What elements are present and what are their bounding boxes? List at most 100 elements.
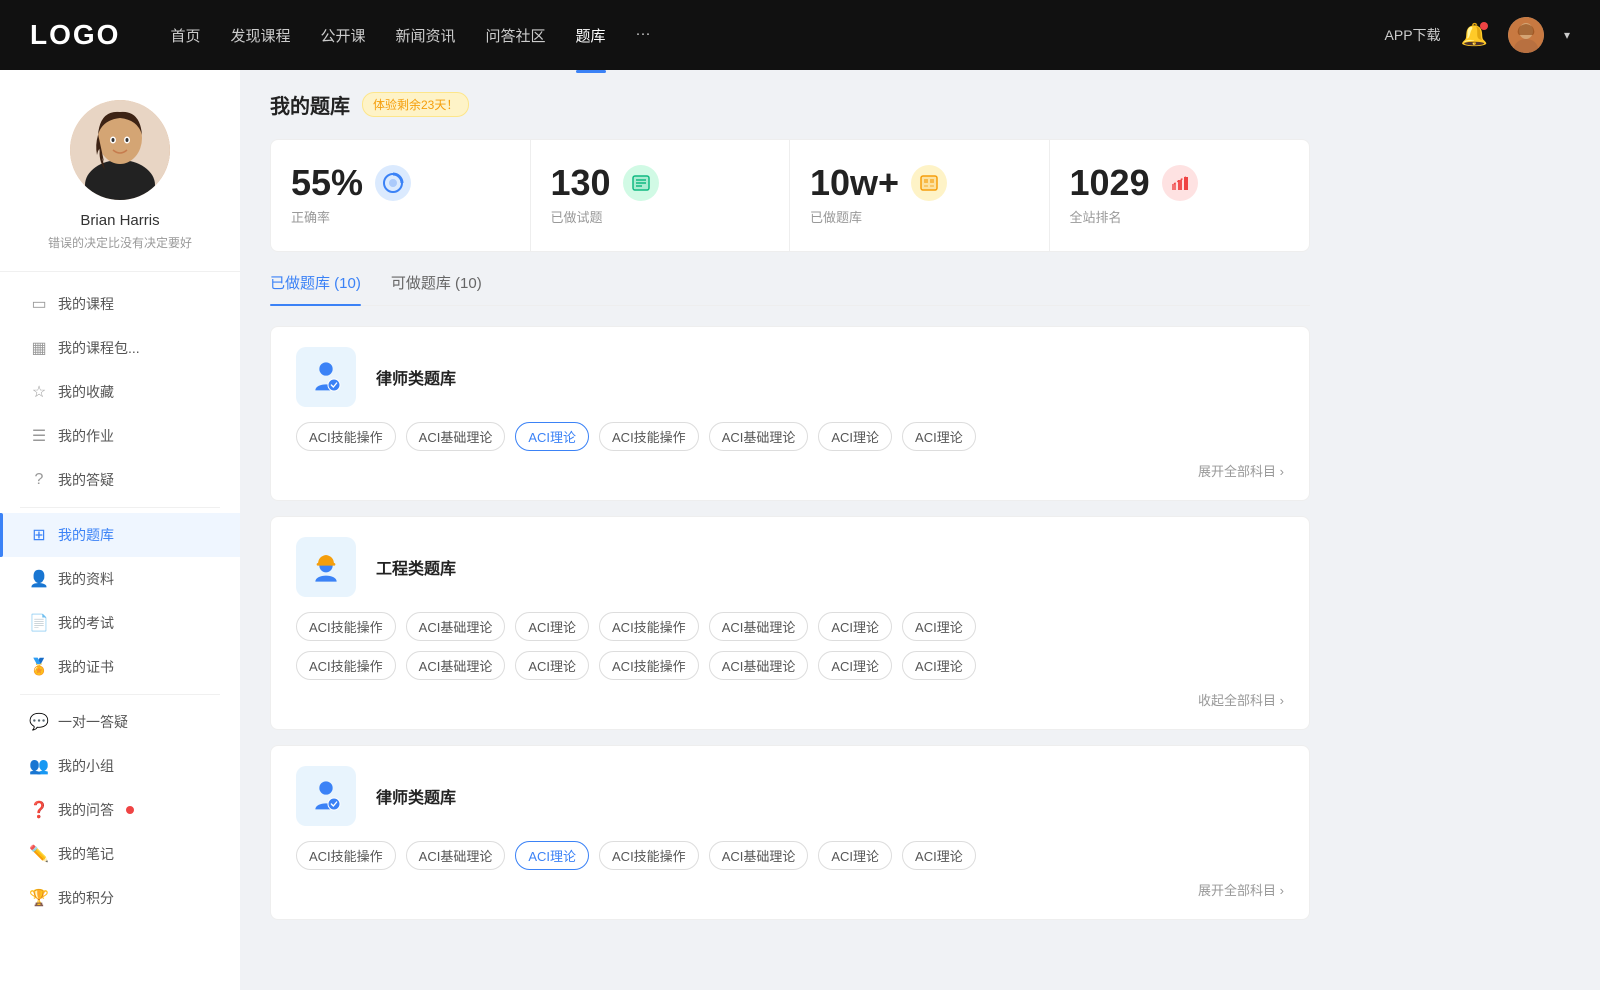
bank-1-tag-8[interactable]: ACI基础理论 bbox=[406, 651, 506, 680]
user-group-icon: 👤 bbox=[30, 570, 48, 588]
bank-2-tag-4[interactable]: ACI基础理论 bbox=[709, 841, 809, 870]
logo: LOGO bbox=[30, 19, 120, 51]
stat-done-top: 130 bbox=[551, 165, 659, 201]
user-avatar[interactable] bbox=[1508, 17, 1544, 53]
menu-divider-2 bbox=[20, 694, 220, 695]
menu-label-notes: 我的笔记 bbox=[58, 844, 114, 864]
nav-menu: 首页 发现课程 公开课 新闻资讯 问答社区 题库 ··· bbox=[170, 20, 1384, 51]
tab-available[interactable]: 可做题库 (10) bbox=[391, 272, 482, 305]
bank-2-expand[interactable]: 展开全部科目 › bbox=[1198, 880, 1284, 899]
sidebar-item-homework[interactable]: ☰ 我的作业 bbox=[0, 414, 240, 458]
group-icon: 👥 bbox=[30, 757, 48, 775]
bank-0-tag-6[interactable]: ACI理论 bbox=[902, 422, 976, 451]
bank-0-tag-1[interactable]: ACI基础理论 bbox=[406, 422, 506, 451]
bank-2-tag-6[interactable]: ACI理论 bbox=[902, 841, 976, 870]
bank-1-tag-3[interactable]: ACI技能操作 bbox=[599, 612, 699, 641]
menu-label-exam: 我的考试 bbox=[58, 613, 114, 633]
sidebar: Brian Harris 错误的决定比没有决定要好 ▭ 我的课程 ▦ 我的课程包… bbox=[0, 70, 240, 990]
sidebar-item-favorites[interactable]: ☆ 我的收藏 bbox=[0, 370, 240, 414]
bank-0-name: 律师类题库 bbox=[376, 365, 456, 389]
bank-1-tag-10[interactable]: ACI技能操作 bbox=[599, 651, 699, 680]
stat-rank-label: 全站排名 bbox=[1070, 207, 1122, 226]
page-title: 我的题库 bbox=[270, 90, 350, 119]
bank-0-expand[interactable]: 展开全部科目 › bbox=[1198, 461, 1284, 480]
grid-icon: ⊞ bbox=[30, 526, 48, 544]
sidebar-item-one-on-one[interactable]: 💬 一对一答疑 bbox=[0, 700, 240, 744]
sidebar-item-qa[interactable]: ? 我的答疑 bbox=[0, 458, 240, 502]
bank-0-tag-0[interactable]: ACI技能操作 bbox=[296, 422, 396, 451]
stat-done-value: 130 bbox=[551, 165, 611, 201]
pencil-icon: ✏️ bbox=[30, 845, 48, 863]
bank-2-tag-2[interactable]: ACI理论 bbox=[515, 841, 589, 870]
bank-1-tag-9[interactable]: ACI理论 bbox=[515, 651, 589, 680]
bank-1-tag-0[interactable]: ACI技能操作 bbox=[296, 612, 396, 641]
bank-0-tag-5[interactable]: ACI理论 bbox=[818, 422, 892, 451]
bank-1-tag-7[interactable]: ACI技能操作 bbox=[296, 651, 396, 680]
nav-qa[interactable]: 问答社区 bbox=[486, 20, 546, 51]
bank-1-tags-row1: ACI技能操作 ACI基础理论 ACI理论 ACI技能操作 ACI基础理论 AC… bbox=[296, 612, 1284, 641]
nav-home[interactable]: 首页 bbox=[170, 20, 200, 51]
notification-bell[interactable]: 🔔 bbox=[1461, 22, 1488, 48]
page-container: Brian Harris 错误的决定比没有决定要好 ▭ 我的课程 ▦ 我的课程包… bbox=[0, 70, 1600, 990]
bank-0-tags: ACI技能操作 ACI基础理论 ACI理论 ACI技能操作 ACI基础理论 AC… bbox=[296, 422, 1284, 451]
sidebar-item-points[interactable]: 🏆 我的积分 bbox=[0, 876, 240, 920]
accuracy-icon bbox=[375, 165, 411, 201]
menu-label-profile: 我的资料 bbox=[58, 569, 114, 589]
bank-1-tag-4[interactable]: ACI基础理论 bbox=[709, 612, 809, 641]
unread-dot bbox=[126, 806, 134, 814]
question-bank-tabs: 已做题库 (10) 可做题库 (10) bbox=[270, 272, 1310, 306]
bank-1-tag-6[interactable]: ACI理论 bbox=[902, 612, 976, 641]
menu-label-question-bank: 我的题库 bbox=[58, 525, 114, 545]
sidebar-item-certificate[interactable]: 🏅 我的证书 bbox=[0, 645, 240, 689]
profile-avatar[interactable] bbox=[70, 100, 170, 200]
bank-1-tag-1[interactable]: ACI基础理论 bbox=[406, 612, 506, 641]
navbar: LOGO 首页 发现课程 公开课 新闻资讯 问答社区 题库 ··· APP下载 … bbox=[0, 0, 1600, 70]
menu-label-qa: 我的答疑 bbox=[58, 470, 114, 490]
bank-0-tag-3[interactable]: ACI技能操作 bbox=[599, 422, 699, 451]
tab-done[interactable]: 已做题库 (10) bbox=[270, 272, 361, 305]
chat-icon: 💬 bbox=[30, 713, 48, 731]
bank-1-tag-13[interactable]: ACI理论 bbox=[902, 651, 976, 680]
stat-accuracy-value: 55% bbox=[291, 165, 363, 201]
sidebar-item-my-course[interactable]: ▭ 我的课程 bbox=[0, 282, 240, 326]
bank-2-name: 律师类题库 bbox=[376, 784, 456, 808]
stat-accuracy-label: 正确率 bbox=[291, 207, 330, 226]
person-icon: 🏆 bbox=[30, 889, 48, 907]
bank-1-tag-12[interactable]: ACI理论 bbox=[818, 651, 892, 680]
nav-news[interactable]: 新闻资讯 bbox=[396, 20, 456, 51]
nav-more[interactable]: ··· bbox=[636, 20, 651, 51]
bank-1-tag-2[interactable]: ACI理论 bbox=[515, 612, 589, 641]
user-menu-chevron[interactable]: ▾ bbox=[1564, 28, 1570, 42]
sidebar-item-question-bank[interactable]: ⊞ 我的题库 bbox=[0, 513, 240, 557]
sidebar-item-my-qa[interactable]: ❓ 我的问答 bbox=[0, 788, 240, 832]
stat-rank-value: 1029 bbox=[1070, 165, 1150, 201]
sidebar-item-course-package[interactable]: ▦ 我的课程包... bbox=[0, 326, 240, 370]
question-icon: ? bbox=[30, 471, 48, 489]
bank-0-footer: 展开全部科目 › bbox=[296, 461, 1284, 480]
sidebar-item-profile[interactable]: 👤 我的资料 bbox=[0, 557, 240, 601]
bank-2-tag-0[interactable]: ACI技能操作 bbox=[296, 841, 396, 870]
nav-question-bank[interactable]: 题库 bbox=[576, 20, 606, 51]
bank-2-tag-1[interactable]: ACI基础理论 bbox=[406, 841, 506, 870]
bank-1-tag-11[interactable]: ACI基础理论 bbox=[709, 651, 809, 680]
bank-1-collapse[interactable]: 收起全部科目 › bbox=[1198, 690, 1284, 709]
nav-open-course[interactable]: 公开课 bbox=[320, 20, 365, 51]
bank-0-tag-2[interactable]: ACI理论 bbox=[515, 422, 589, 451]
bank-1-name: 工程类题库 bbox=[376, 555, 456, 579]
bank-2-tag-3[interactable]: ACI技能操作 bbox=[599, 841, 699, 870]
bank-0-tag-4[interactable]: ACI基础理论 bbox=[709, 422, 809, 451]
bank-card-0: 律师类题库 ACI技能操作 ACI基础理论 ACI理论 ACI技能操作 ACI基… bbox=[270, 326, 1310, 501]
sidebar-item-group[interactable]: 👥 我的小组 bbox=[0, 744, 240, 788]
menu-label-group: 我的小组 bbox=[58, 756, 114, 776]
sidebar-item-notes[interactable]: ✏️ 我的笔记 bbox=[0, 832, 240, 876]
profile-motto: 错误的决定比没有决定要好 bbox=[48, 234, 192, 251]
sidebar-item-exam[interactable]: 📄 我的考试 bbox=[0, 601, 240, 645]
bank-1-tag-5[interactable]: ACI理论 bbox=[818, 612, 892, 641]
app-download-link[interactable]: APP下载 bbox=[1385, 25, 1441, 45]
bank-2-tag-5[interactable]: ACI理论 bbox=[818, 841, 892, 870]
bank-2-footer: 展开全部科目 › bbox=[296, 880, 1284, 899]
navbar-right: APP下载 🔔 ▾ bbox=[1385, 17, 1570, 53]
nav-discover[interactable]: 发现课程 bbox=[230, 20, 290, 51]
stat-done-label: 已做试题 bbox=[551, 207, 603, 226]
stats-row: 55% 正确率 130 bbox=[270, 139, 1310, 252]
